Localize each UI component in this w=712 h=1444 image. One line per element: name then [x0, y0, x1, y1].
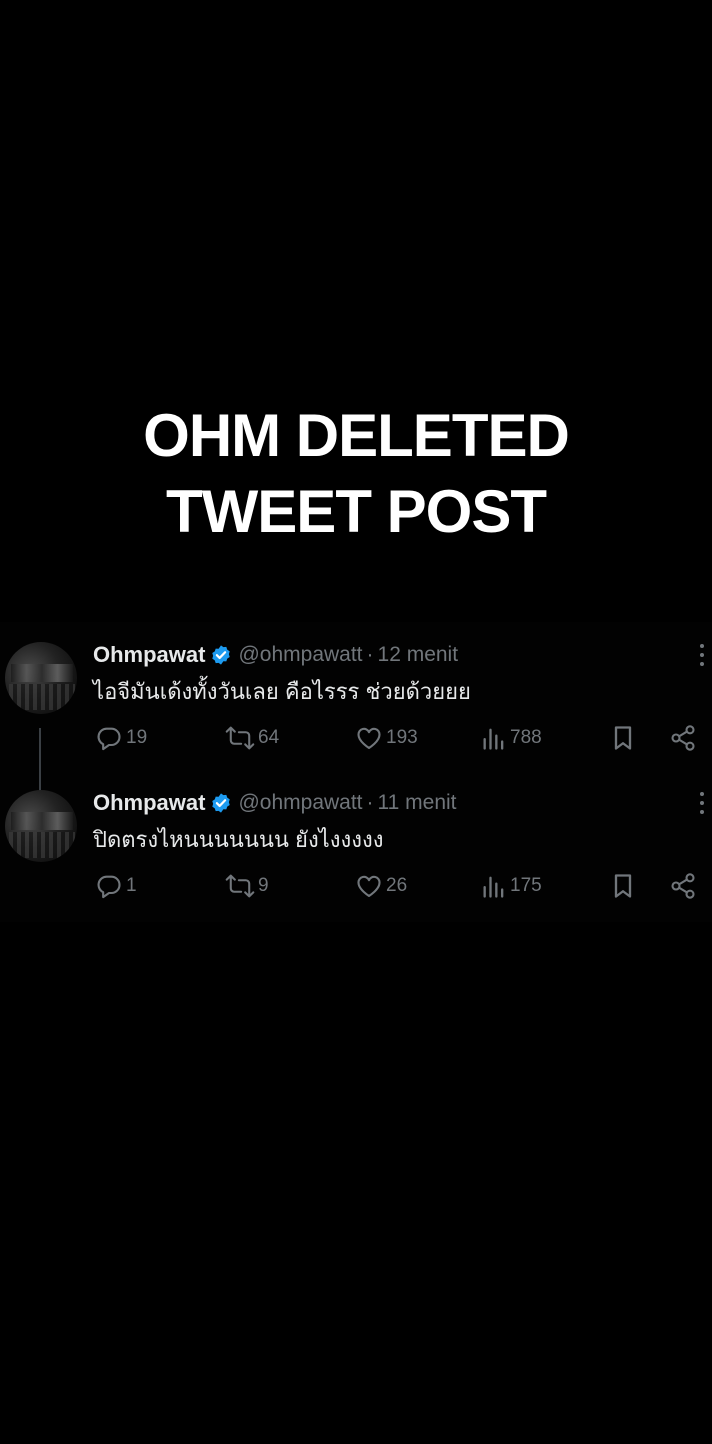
tweet-header: Ohmpawat @ohmpawatt · 12 menit — [93, 638, 458, 672]
tweet-actions: 1 9 26 175 — [95, 870, 707, 902]
retweet-count: 9 — [258, 875, 269, 896]
like-count: 193 — [386, 727, 418, 748]
share-button[interactable] — [669, 722, 697, 754]
tweet-text: ไอจีมันเด้งทั้งวันเลย คือไรรร ช่วยด้วยยย — [93, 679, 471, 704]
retweet-button[interactable]: 9 — [225, 870, 269, 902]
views-icon — [481, 724, 507, 752]
reply-icon — [95, 872, 123, 900]
like-icon — [355, 872, 383, 900]
view-count: 175 — [510, 875, 542, 896]
view-count: 788 — [510, 727, 542, 748]
like-count: 26 — [386, 875, 408, 896]
tweet[interactable]: Ohmpawat @ohmpawatt · 11 menit ปิดตรงไหน… — [0, 784, 712, 932]
tweet-header: Ohmpawat @ohmpawatt · 11 menit — [93, 786, 457, 820]
more-icon[interactable] — [698, 790, 706, 816]
display-name[interactable]: Ohmpawat — [93, 790, 205, 816]
reply-count: 1 — [126, 875, 137, 896]
like-button[interactable]: 193 — [355, 722, 418, 754]
retweet-button[interactable]: 64 — [225, 722, 279, 754]
bookmark-button[interactable] — [610, 722, 636, 754]
reply-button[interactable]: 19 — [95, 722, 147, 754]
display-name[interactable]: Ohmpawat — [93, 642, 205, 668]
share-icon — [669, 724, 697, 752]
avatar-image-detail — [11, 812, 73, 830]
overlay-caption: OHM DELETED TWEET POST — [0, 398, 712, 550]
avatar[interactable] — [5, 790, 77, 862]
bookmark-icon — [610, 872, 636, 900]
like-button[interactable]: 26 — [355, 870, 407, 902]
share-button[interactable] — [669, 870, 697, 902]
avatar-image-detail — [11, 664, 73, 682]
tweet-text: ปิดตรงไหนนนนนนน ยังไงงงงง — [93, 827, 384, 852]
views-button[interactable]: 788 — [481, 722, 542, 754]
verified-badge-icon — [210, 644, 232, 666]
user-handle[interactable]: @ohmpawatt — [238, 643, 362, 667]
share-icon — [669, 872, 697, 900]
bookmark-button[interactable] — [610, 870, 636, 902]
views-icon — [481, 872, 507, 900]
timestamp[interactable]: 12 menit — [378, 643, 459, 667]
reply-count: 19 — [126, 727, 148, 748]
reply-icon — [95, 724, 123, 752]
overlay-caption-line-1: OHM DELETED — [143, 402, 570, 469]
retweet-count: 64 — [258, 727, 280, 748]
user-handle[interactable]: @ohmpawatt — [238, 791, 362, 815]
tweet[interactable]: Ohmpawat @ohmpawatt · 12 menit ไอจีมันเด… — [0, 636, 712, 802]
like-icon — [355, 724, 383, 752]
timestamp[interactable]: 11 menit — [378, 791, 457, 815]
avatar[interactable] — [5, 642, 77, 714]
avatar-image-detail — [9, 832, 75, 858]
reply-button[interactable]: 1 — [95, 870, 137, 902]
views-button[interactable]: 175 — [481, 870, 542, 902]
separator-dot: · — [366, 643, 374, 666]
more-icon[interactable] — [698, 642, 706, 668]
tweet-thread: Ohmpawat @ohmpawatt · 12 menit ไอจีมันเด… — [0, 622, 712, 922]
retweet-icon — [225, 872, 255, 900]
verified-badge-icon — [210, 792, 232, 814]
overlay-caption-line-2: TWEET POST — [166, 478, 547, 545]
retweet-icon — [225, 724, 255, 752]
separator-dot: · — [366, 791, 374, 814]
avatar-image-detail — [9, 684, 75, 710]
tweet-actions: 19 64 193 788 — [95, 722, 707, 754]
bookmark-icon — [610, 724, 636, 752]
